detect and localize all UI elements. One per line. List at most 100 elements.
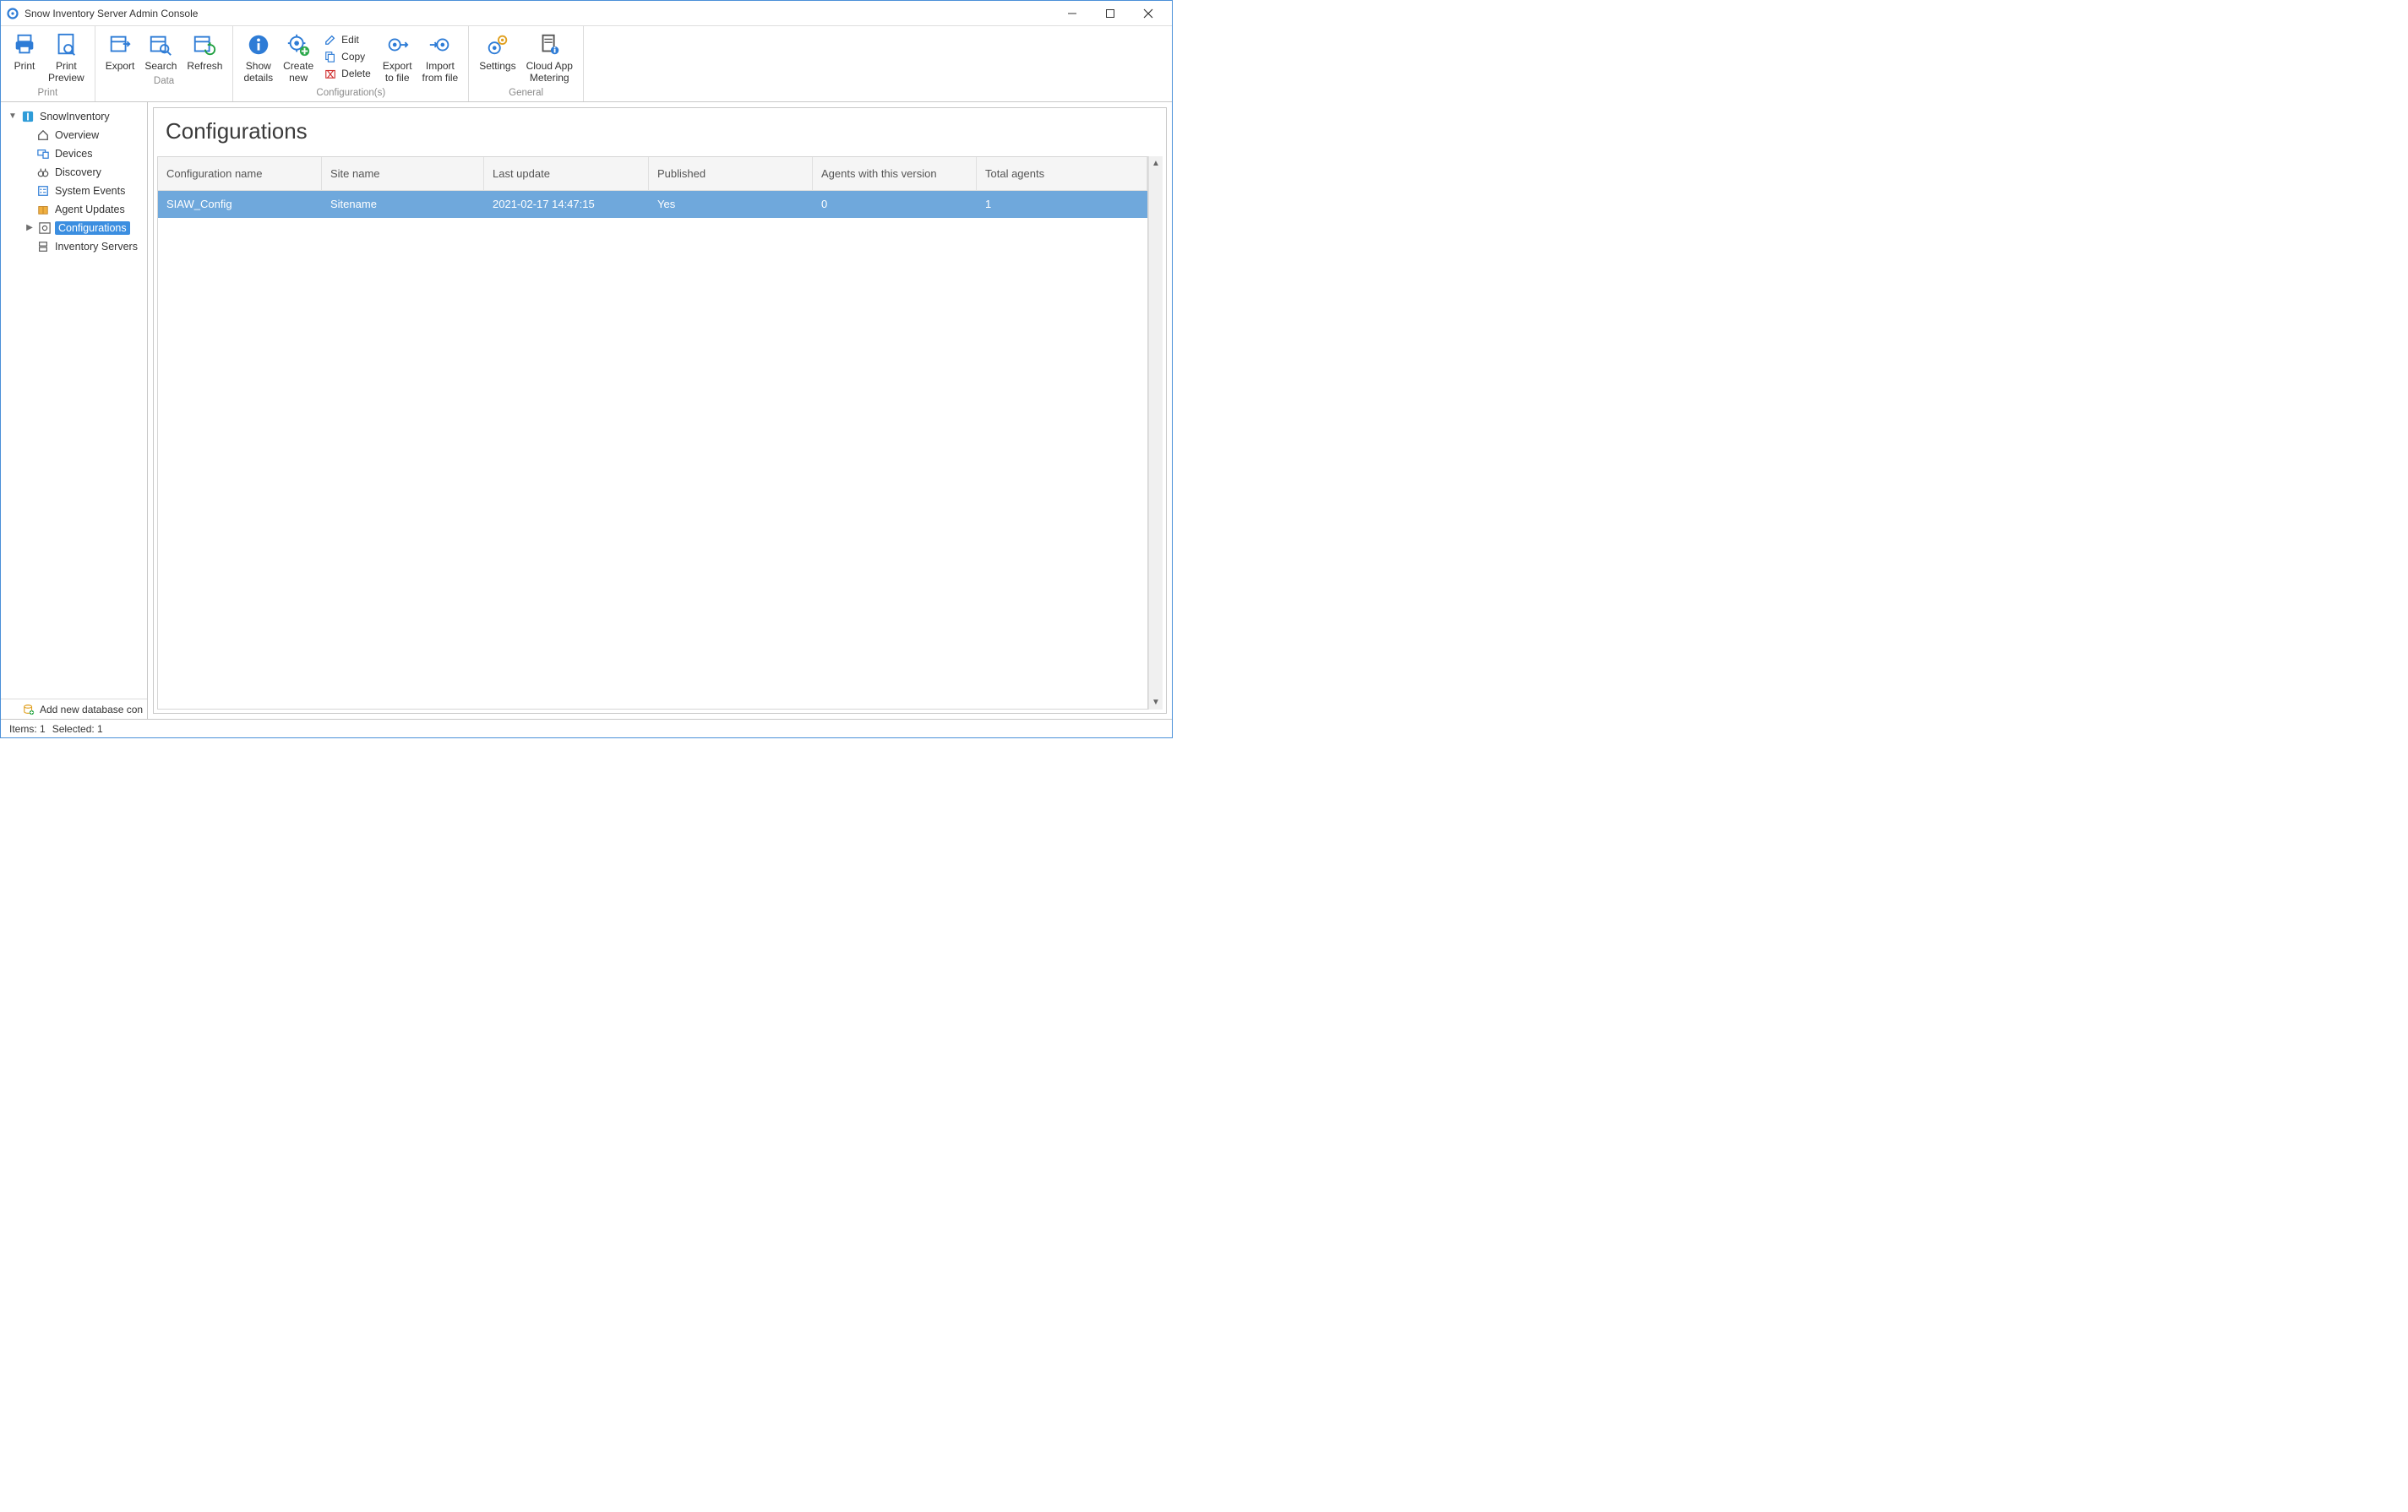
navigation-tree-pane: ▼ SnowInventory Overview Devices Discove… [1, 102, 148, 719]
refresh-label: Refresh [187, 61, 222, 73]
tree-config-label: Configurations [55, 221, 130, 235]
app-icon [6, 7, 19, 20]
configurations-grid[interactable]: Configuration name Site name Last update… [157, 156, 1148, 710]
export-to-file-button[interactable]: Export to file [378, 30, 417, 84]
tree-devices-label: Devices [53, 147, 94, 160]
export-label: Export [106, 61, 135, 73]
package-icon [36, 203, 50, 216]
status-items: Items: 1 [9, 723, 46, 735]
tree-servers-label: Inventory Servers [53, 240, 139, 253]
edit-button[interactable]: Edit [320, 31, 374, 48]
column-header-total-agents[interactable]: Total agents [977, 157, 1147, 190]
settings-label: Settings [479, 61, 515, 73]
cell-last-update: 2021-02-17 14:47:15 [484, 198, 649, 210]
column-header-name[interactable]: Configuration name [158, 157, 322, 190]
ribbon-group-general: Settings Cloud App Metering General [469, 26, 584, 101]
navigation-tree[interactable]: ▼ SnowInventory Overview Devices Discove… [1, 107, 147, 699]
column-header-agents-version[interactable]: Agents with this version [813, 157, 977, 190]
search-label: Search [144, 61, 177, 73]
print-preview-icon [52, 31, 79, 58]
tree-overview-label: Overview [53, 128, 101, 142]
copy-label: Copy [341, 51, 365, 63]
gears-icon [484, 31, 511, 58]
vertical-scrollbar[interactable]: ▲ ▼ [1148, 156, 1163, 710]
tree-node-inventory-servers[interactable]: Inventory Servers [1, 237, 147, 256]
content-pane: Configurations Configuration name Site n… [148, 102, 1172, 719]
window-title: Snow Inventory Server Admin Console [25, 8, 1053, 19]
home-icon [36, 128, 50, 142]
import-file-label: Import from file [422, 61, 459, 84]
database-plus-icon [23, 704, 35, 715]
tree-node-devices[interactable]: Devices [1, 144, 147, 163]
copy-button[interactable]: Copy [320, 48, 374, 65]
chevron-down-icon[interactable]: ▼ [8, 111, 18, 121]
search-button[interactable]: Search [139, 30, 182, 73]
titlebar: Snow Inventory Server Admin Console [1, 1, 1172, 26]
tree-discovery-label: Discovery [53, 166, 103, 179]
tree-node-system-events[interactable]: System Events [1, 182, 147, 200]
status-bar: Items: 1 Selected: 1 [1, 719, 1172, 737]
import-from-file-button[interactable]: Import from file [417, 30, 464, 84]
binoculars-icon [36, 166, 50, 179]
table-row[interactable]: SIAW_Config Sitename 2021-02-17 14:47:15… [158, 191, 1147, 218]
server-icon [36, 240, 50, 253]
search-icon [147, 31, 174, 58]
tree-root-label: SnowInventory [38, 110, 112, 123]
export-file-label: Export to file [383, 61, 412, 84]
gear-import-icon [427, 31, 454, 58]
print-button[interactable]: Print [6, 30, 43, 73]
cell-config-name: SIAW_Config [158, 198, 322, 210]
refresh-button[interactable]: Refresh [182, 30, 227, 73]
minimize-button[interactable] [1053, 2, 1091, 25]
tree-node-configurations[interactable]: ▶ Configurations [1, 219, 147, 237]
refresh-icon [191, 31, 218, 58]
show-details-button[interactable]: Show details [238, 30, 278, 84]
ribbon-group-config: Show details Create new Edit [233, 26, 469, 101]
print-preview-button[interactable]: Print Preview [43, 30, 90, 84]
create-new-button[interactable]: Create new [278, 30, 319, 84]
cell-site-name: Sitename [322, 198, 484, 210]
column-header-published[interactable]: Published [649, 157, 813, 190]
status-selected: Selected: 1 [52, 723, 103, 735]
pencil-icon [324, 33, 337, 46]
tree-events-label: System Events [53, 184, 127, 198]
ribbon-group-data-label: Data [101, 74, 228, 88]
export-icon [106, 31, 133, 58]
add-database-connection-button[interactable]: Add new database con [1, 699, 147, 719]
column-header-site[interactable]: Site name [322, 157, 484, 190]
ribbon-group-config-label: Configuration(s) [238, 86, 463, 100]
export-button[interactable]: Export [101, 30, 140, 73]
cloud-app-metering-button[interactable]: Cloud App Metering [521, 30, 578, 84]
column-header-update[interactable]: Last update [484, 157, 649, 190]
chevron-right-icon[interactable]: ▶ [25, 223, 35, 232]
copy-icon [324, 50, 337, 63]
ribbon: Print Print Preview Print Export [1, 26, 1172, 102]
tree-node-agent-updates[interactable]: Agent Updates [1, 200, 147, 219]
create-new-label: Create new [283, 61, 313, 84]
delete-icon [324, 67, 337, 80]
page-title: Configurations [154, 108, 1166, 156]
print-preview-label: Print Preview [48, 61, 84, 84]
close-button[interactable] [1129, 2, 1167, 25]
scroll-down-icon[interactable]: ▼ [1149, 695, 1163, 710]
info-icon [245, 31, 272, 58]
maximize-button[interactable] [1091, 2, 1129, 25]
delete-button[interactable]: Delete [320, 65, 374, 82]
tree-node-overview[interactable]: Overview [1, 126, 147, 144]
gear-box-icon [38, 221, 52, 235]
ribbon-group-general-label: General [474, 86, 578, 100]
tree-node-root[interactable]: ▼ SnowInventory [1, 107, 147, 126]
add-db-label: Add new database con [40, 704, 143, 715]
server-info-icon [536, 31, 563, 58]
ribbon-group-data: Export Search Refresh Data [95, 26, 234, 101]
show-details-label: Show details [243, 61, 273, 84]
ribbon-group-print: Print Print Preview Print [1, 26, 95, 101]
edit-label: Edit [341, 34, 359, 46]
gear-export-icon [384, 31, 411, 58]
cloud-label: Cloud App Metering [526, 61, 573, 84]
events-icon [36, 184, 50, 198]
scroll-up-icon[interactable]: ▲ [1149, 156, 1163, 171]
settings-button[interactable]: Settings [474, 30, 520, 73]
devices-icon [36, 147, 50, 160]
tree-node-discovery[interactable]: Discovery [1, 163, 147, 182]
